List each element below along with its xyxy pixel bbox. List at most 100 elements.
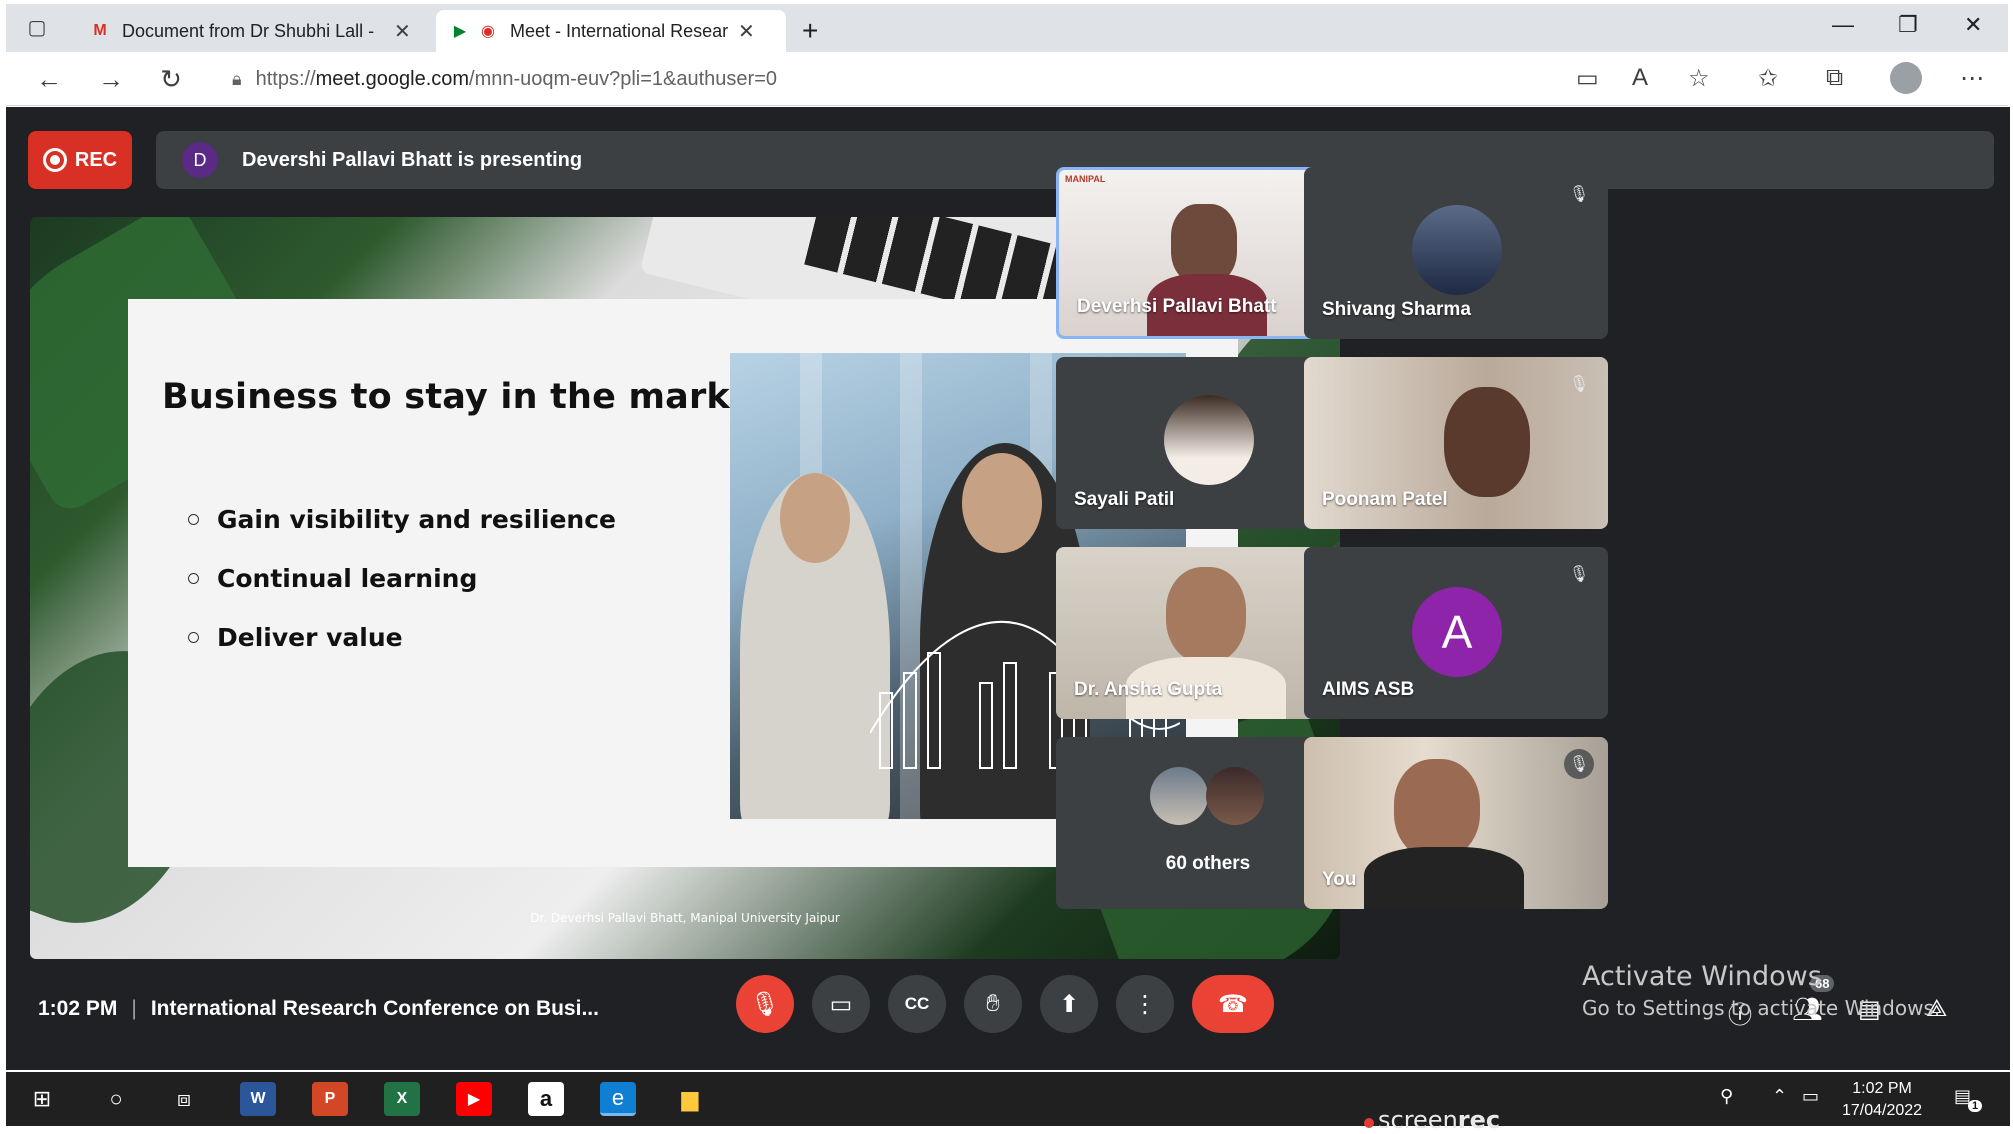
raise-hand-button[interactable]: ✋︎: [964, 975, 1022, 1033]
read-aloud-icon[interactable]: A: [1632, 64, 1648, 92]
task-view-icon[interactable]: ⧈: [166, 1082, 202, 1116]
search-icon[interactable]: ○: [98, 1082, 134, 1116]
system-clock[interactable]: 1:02 PM 17/04/2022: [1842, 1078, 1922, 1122]
participant-avatar: A: [1412, 587, 1502, 677]
participant-body: [1364, 847, 1524, 909]
participant-avatar: [1150, 767, 1208, 825]
forward-icon[interactable]: →: [94, 62, 128, 96]
reload-icon[interactable]: ↻: [154, 62, 188, 96]
more-menu-icon[interactable]: ⋯: [1960, 64, 1984, 93]
more-vert-icon: ⋮: [1133, 990, 1157, 1018]
participant-tile-you[interactable]: You 🎙︎: [1304, 737, 1608, 909]
close-tab-icon[interactable]: ✕: [738, 19, 755, 44]
mic-off-icon: 🎙︎: [1568, 186, 1590, 203]
participant-name: Shivang Sharma: [1322, 299, 1471, 320]
manipal-logo: MANIPAL: [1065, 174, 1106, 184]
browser-tab-strip: ▢ M Document from Dr Shubhi Lall - ✕ ▶ ◉…: [6, 4, 2008, 52]
mic-off-icon: 🎙︎: [1568, 376, 1590, 393]
back-icon[interactable]: ←: [32, 62, 66, 96]
excel-icon[interactable]: X: [384, 1082, 420, 1116]
present-button[interactable]: ⬆: [1040, 975, 1098, 1033]
mic-toggle-button[interactable]: 🎙︎: [736, 975, 794, 1033]
edge-icon[interactable]: e: [600, 1082, 636, 1116]
participant-avatar: [1164, 395, 1254, 485]
collections-icon[interactable]: ⧉: [1826, 64, 1843, 92]
tab-title: Meet - International Researc: [510, 20, 728, 41]
present-screen-icon: ⬆: [1058, 990, 1080, 1018]
meet-icon: ▶: [453, 23, 467, 40]
network-icon[interactable]: ▭: [1802, 1086, 1819, 1107]
participant-name: AIMS ASB: [1322, 679, 1415, 700]
participant-avatar: [1206, 767, 1264, 825]
participant-name: You: [1322, 869, 1357, 890]
amazon-icon[interactable]: a: [528, 1082, 564, 1116]
rec-label: REC: [74, 148, 118, 171]
tab-meet[interactable]: ▶ ◉ Meet - International Researc ✕: [436, 10, 786, 52]
participant-name: Poonam Patel: [1322, 489, 1448, 510]
presenting-text: Devershi Pallavi Bhatt is presenting: [242, 148, 583, 171]
mic-off-icon: 🎙︎: [749, 990, 781, 1018]
mic-off-icon: 🎙︎: [1564, 749, 1594, 779]
camera-permission-icon[interactable]: ▭: [1576, 64, 1599, 93]
tab-title: Document from Dr Shubhi Lall -: [122, 20, 375, 41]
address-bar[interactable]: 🔒︎ https://meet.google.com/mnn-uoqm-euv?…: [232, 60, 1552, 98]
minimize-icon[interactable]: —: [1832, 12, 1854, 38]
participant-name: Sayali Patil: [1074, 489, 1175, 510]
clock-date: 17/04/2022: [1842, 1102, 1923, 1119]
windows-taskbar: ⊞ ○ ⧈ W P X ▶ a e ▆ screenrec ⚲ ⌃ ▭ 1:02…: [6, 1072, 2010, 1134]
bullet-item: Gain visibility and resilience: [188, 505, 616, 534]
presenter-avatar: D: [182, 142, 218, 178]
close-tab-icon[interactable]: ✕: [394, 19, 411, 44]
bullet-circle-icon: [188, 632, 199, 643]
people-tray-icon[interactable]: ⚲: [1720, 1086, 1733, 1107]
url-scheme: https://: [255, 67, 316, 90]
notification-badge: 1: [1968, 1100, 1983, 1112]
profile-avatar[interactable]: [1890, 62, 1922, 94]
close-window-icon[interactable]: ✕: [1964, 12, 1982, 38]
participant-tile-shivang[interactable]: Shivang Sharma 🎙︎: [1304, 167, 1608, 339]
file-explorer-icon[interactable]: ▆: [672, 1082, 708, 1116]
new-tab-button[interactable]: +: [788, 10, 832, 52]
bullet-item: Continual learning: [188, 564, 616, 593]
bullet-circle-icon: [188, 514, 199, 525]
tab-actions-icon[interactable]: ▢: [20, 10, 54, 44]
slide-bullets: Gain visibility and resilience Continual…: [188, 505, 616, 682]
meeting-time: 1:02 PM: [38, 997, 118, 1020]
separator: |: [131, 997, 137, 1020]
face: [780, 473, 850, 563]
activate-windows-watermark: Activate Windows Go to Settings to activ…: [1582, 961, 1940, 1020]
more-options-button[interactable]: ⋮: [1116, 975, 1174, 1033]
browser-nav-bar: ← → ↻ 🔒︎ https://meet.google.com/mnn-uoq…: [6, 52, 2008, 106]
url-host: meet.google.com: [315, 67, 470, 90]
captions-button[interactable]: CC: [888, 975, 946, 1033]
participant-face: [1171, 204, 1237, 284]
favorites-icon[interactable]: ✩: [1758, 64, 1778, 93]
restore-icon[interactable]: ❐: [1898, 12, 1918, 38]
watermark-subtitle: Go to Settings to activate Windows.: [1582, 996, 1941, 1020]
word-icon[interactable]: W: [240, 1082, 276, 1116]
leave-call-button[interactable]: ☎︎: [1192, 975, 1274, 1033]
show-hidden-icons[interactable]: ⌃: [1772, 1086, 1787, 1107]
tab-gmail-document[interactable]: M Document from Dr Shubhi Lall - ✕: [76, 10, 436, 52]
record-icon: [42, 148, 67, 172]
add-favorite-icon[interactable]: ☆: [1688, 64, 1710, 93]
screen: ▢ M Document from Dr Shubhi Lall - ✕ ▶ ◉…: [0, 0, 2013, 1134]
meeting-title: International Research Conference on Bus…: [150, 997, 599, 1020]
watermark-title: Activate Windows: [1582, 961, 1822, 992]
lock-icon: 🔒︎: [232, 68, 242, 89]
participant-tile-aims[interactable]: A AIMS ASB 🎙︎: [1304, 547, 1608, 719]
youtube-icon[interactable]: ▶: [456, 1082, 492, 1116]
participant-face: [1166, 567, 1246, 663]
gmail-icon: M: [93, 22, 107, 39]
windows-start-icon[interactable]: ⊞: [24, 1082, 60, 1116]
recording-badge[interactable]: REC: [28, 131, 132, 189]
bullet-circle-icon: [188, 573, 199, 584]
camera-toggle-button[interactable]: ▭: [812, 975, 870, 1033]
participant-face: [1394, 759, 1480, 859]
mic-off-icon: 🎙︎: [1568, 566, 1590, 583]
participant-name: Deverhsi Pallavi Bhatt: [1077, 296, 1277, 317]
powerpoint-icon[interactable]: P: [312, 1082, 348, 1116]
face: [962, 453, 1042, 553]
participant-tile-poonam[interactable]: Poonam Patel 🎙︎: [1304, 357, 1608, 529]
video-camera-icon: ▭: [829, 990, 853, 1018]
